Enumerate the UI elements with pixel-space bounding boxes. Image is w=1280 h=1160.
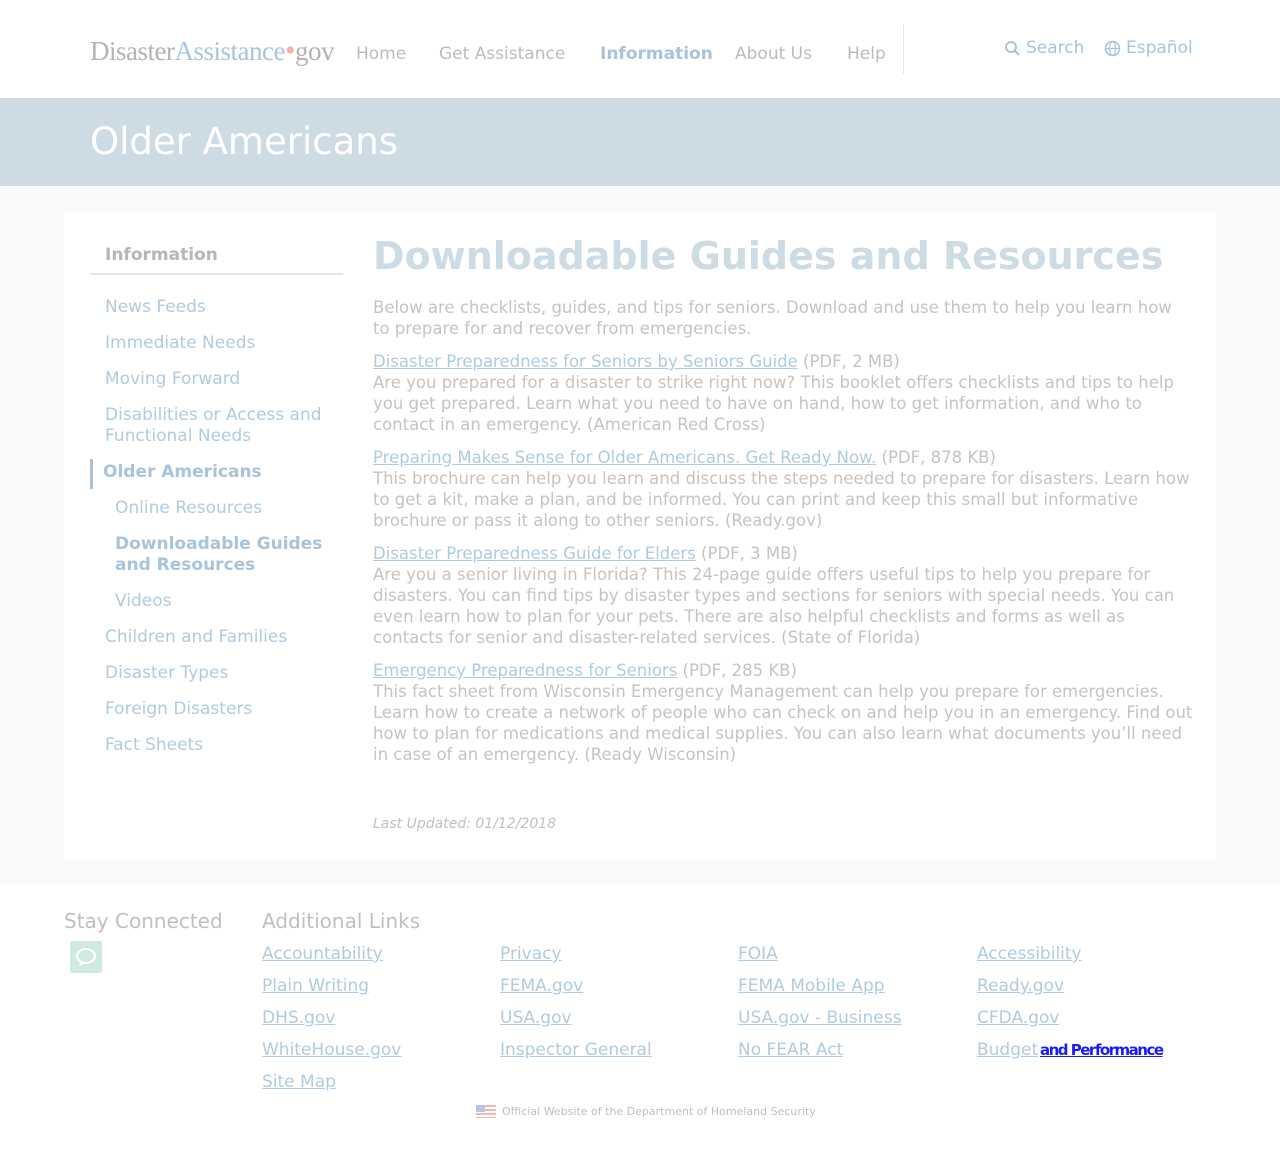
footer-link-budget[interactable]: Budget bbox=[977, 1040, 1038, 1060]
resource-meta: (PDF, 3 MB) bbox=[695, 544, 798, 563]
chat-icon[interactable] bbox=[70, 941, 102, 973]
sidenav-item-moving-forward[interactable]: Moving Forward bbox=[105, 369, 335, 390]
official-website-notice: Official Website of the Department of Ho… bbox=[476, 1105, 816, 1118]
sidenav-divider bbox=[90, 273, 343, 275]
resource-item: Emergency Preparedness for Seniors (PDF,… bbox=[373, 660, 1193, 765]
current-indicator bbox=[90, 459, 93, 489]
nav-divider bbox=[903, 24, 904, 74]
resource-link[interactable]: Disaster Preparedness Guide for Elders bbox=[373, 544, 696, 563]
content-heading: Downloadable Guides and Resources bbox=[373, 234, 1164, 278]
us-flag-icon bbox=[476, 1105, 496, 1118]
footer-link-no-fear-act[interactable]: No FEAR Act bbox=[738, 1040, 843, 1060]
sidenav-item-disaster-types[interactable]: Disaster Types bbox=[105, 663, 335, 684]
resource-meta: (PDF, 2 MB) bbox=[797, 352, 900, 371]
footer-link-accessibility[interactable]: Accessibility bbox=[977, 944, 1082, 964]
resource-description: Are you prepared for a disaster to strik… bbox=[373, 373, 1174, 434]
page-banner: Older Americans bbox=[0, 98, 1280, 186]
footer-link-budget-performance[interactable]: and Performance bbox=[1040, 1041, 1164, 1059]
site-logo[interactable]: DisasterAssistance•gov bbox=[90, 34, 334, 68]
nav-help[interactable]: Help bbox=[847, 44, 886, 64]
search-link[interactable]: Search bbox=[1004, 38, 1084, 58]
language-label: Español bbox=[1126, 38, 1193, 58]
nav-get-assistance[interactable]: Get Assistance bbox=[439, 44, 565, 64]
nav-about-us[interactable]: About Us bbox=[735, 44, 812, 64]
resource-item: Disaster Preparedness Guide for Elders (… bbox=[373, 543, 1193, 648]
footer-link-plain-writing[interactable]: Plain Writing bbox=[262, 976, 369, 996]
stay-connected-heading: Stay Connected bbox=[64, 909, 223, 933]
footer-link-dhs[interactable]: DHS.gov bbox=[262, 1008, 335, 1028]
resource-description: Are you a senior living in Florida? This… bbox=[373, 565, 1175, 647]
resource-meta: (PDF, 285 KB) bbox=[677, 661, 797, 680]
logo-part-gov: gov bbox=[294, 36, 335, 66]
resource-item: Disaster Preparedness for Seniors by Sen… bbox=[373, 351, 1193, 435]
nav-information[interactable]: Information bbox=[600, 44, 713, 64]
footer-link-whitehouse[interactable]: WhiteHouse.gov bbox=[262, 1040, 401, 1060]
resource-meta: (PDF, 878 KB) bbox=[876, 448, 996, 467]
sidenav-subitem-online-resources[interactable]: Online Resources bbox=[115, 498, 345, 519]
page-title: Older Americans bbox=[90, 120, 398, 163]
sidenav-subitem-videos[interactable]: Videos bbox=[115, 591, 345, 612]
footer-link-ready[interactable]: Ready.gov bbox=[977, 976, 1064, 996]
sidenav-item-children-families[interactable]: Children and Families bbox=[105, 627, 335, 648]
resource-link[interactable]: Emergency Preparedness for Seniors bbox=[373, 661, 677, 680]
footer-link-site-map[interactable]: Site Map bbox=[262, 1072, 336, 1092]
resource-link[interactable]: Disaster Preparedness for Seniors by Sen… bbox=[373, 352, 798, 371]
resource-item: Preparing Makes Sense for Older American… bbox=[373, 447, 1193, 531]
sidenav-title: Information bbox=[105, 245, 218, 265]
nav-home[interactable]: Home bbox=[356, 44, 406, 64]
logo-dot: • bbox=[284, 34, 296, 67]
sidenav-item-news-feeds[interactable]: News Feeds bbox=[105, 297, 335, 318]
footer-link-inspector-general[interactable]: Inspector General bbox=[500, 1040, 652, 1060]
intro-text: Below are checklists, guides, and tips f… bbox=[373, 298, 1172, 338]
footer-link-usa-business[interactable]: USA.gov - Business bbox=[738, 1008, 901, 1028]
globe-icon bbox=[1104, 40, 1121, 56]
footer-link-cfda[interactable]: CFDA.gov bbox=[977, 1008, 1059, 1028]
footer-link-usa[interactable]: USA.gov bbox=[500, 1008, 572, 1028]
resource-description: This fact sheet from Wisconsin Emergency… bbox=[373, 682, 1193, 764]
footer-link-foia[interactable]: FOIA bbox=[738, 944, 778, 964]
logo-part-disaster: Disaster bbox=[90, 36, 175, 66]
footer-link-fema[interactable]: FEMA.gov bbox=[500, 976, 583, 996]
resource-link[interactable]: Preparing Makes Sense for Older American… bbox=[373, 448, 876, 467]
language-link[interactable]: Español bbox=[1104, 38, 1193, 58]
logo-part-assistance: Assistance bbox=[174, 36, 285, 66]
footer-link-fema-mobile-app[interactable]: FEMA Mobile App bbox=[738, 976, 885, 996]
footer-link-privacy[interactable]: Privacy bbox=[500, 944, 562, 964]
resource-description: This brochure can help you learn and dis… bbox=[373, 469, 1190, 530]
additional-links-heading: Additional Links bbox=[262, 909, 421, 933]
last-updated: Last Updated: 01/12/2018 bbox=[373, 816, 557, 832]
site-header: DisasterAssistance•gov Home Get Assistan… bbox=[0, 0, 1280, 98]
sidenav-item-fact-sheets[interactable]: Fact Sheets bbox=[105, 735, 335, 756]
footer-link-accountability[interactable]: Accountability bbox=[262, 944, 383, 964]
sidenav-subitem-downloadable-guides[interactable]: Downloadable Guides and Resources bbox=[115, 534, 330, 576]
sidenav-item-immediate-needs[interactable]: Immediate Needs bbox=[105, 333, 335, 354]
sidenav-item-older-americans[interactable]: Older Americans bbox=[103, 462, 333, 483]
search-label: Search bbox=[1026, 38, 1085, 58]
search-icon bbox=[1005, 40, 1020, 56]
sidenav-item-foreign-disasters[interactable]: Foreign Disasters bbox=[105, 699, 335, 720]
official-text: Official Website of the Department of Ho… bbox=[502, 1105, 816, 1118]
sidenav-item-disabilities[interactable]: Disabilities or Access and Functional Ne… bbox=[105, 405, 335, 447]
